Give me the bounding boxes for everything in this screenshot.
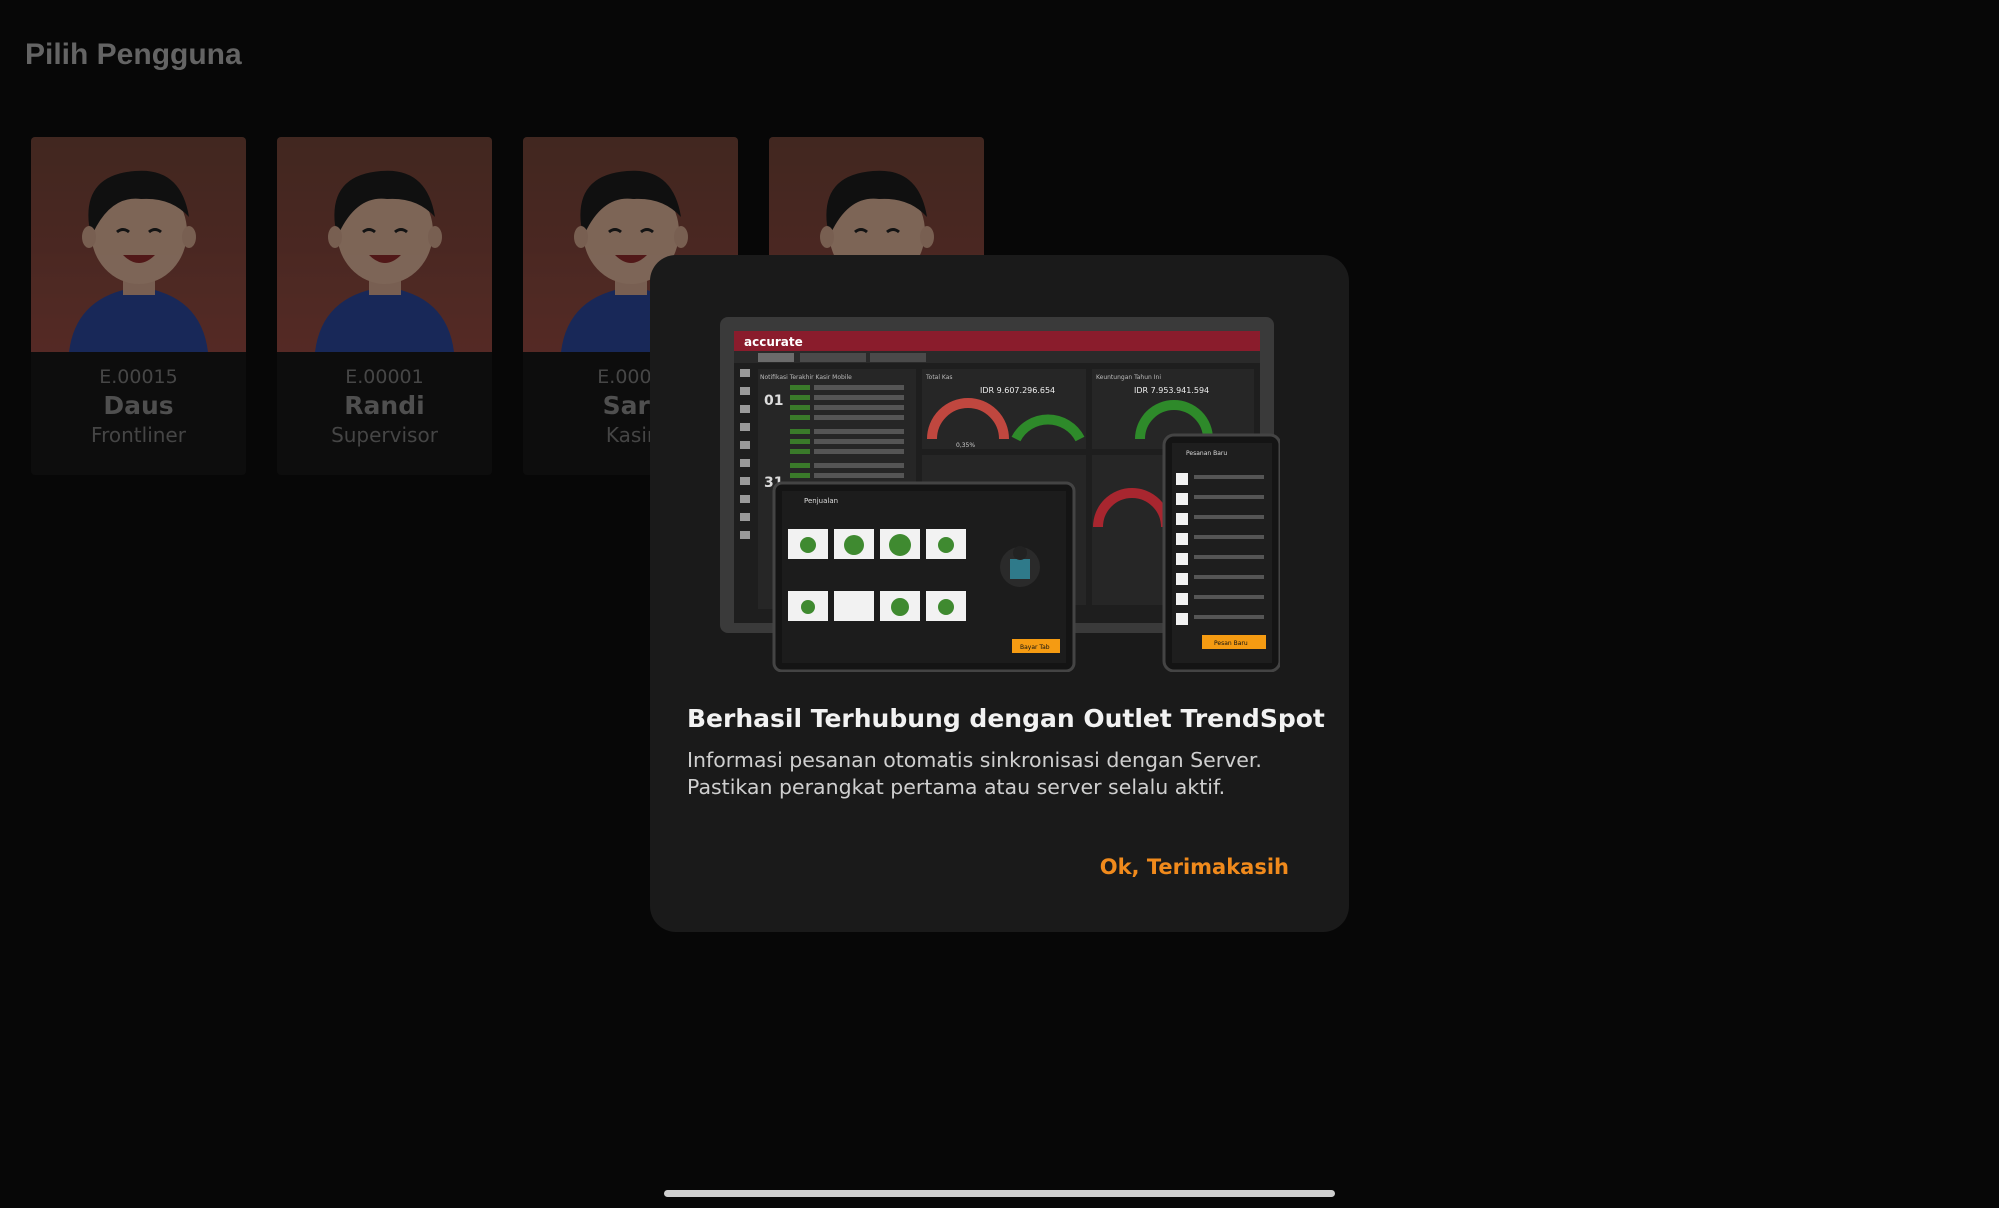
svg-text:IDR 9.607.296.654: IDR 9.607.296.654 [980,386,1055,395]
dialog-title: Berhasil Terhubung dengan Outlet TrendSp… [687,704,1325,733]
svg-text:Pesan Baru: Pesan Baru [1214,640,1248,647]
dialog-message-line: Pastikan perangkat pertama atau server s… [687,775,1226,799]
svg-text:Keuntungan Tahun Ini: Keuntungan Tahun Ini [1096,374,1161,381]
app-preview-illustration: accurate Notifikasi Terakhir Kasir Mobil… [720,317,1280,672]
svg-text:Total Kas: Total Kas [925,374,953,381]
ok-button[interactable]: Ok, Terimakasih [1096,849,1293,885]
svg-text:Penjualan: Penjualan [804,497,838,505]
dialog-message-line: Informasi pesanan otomatis sinkronisasi … [687,748,1262,772]
home-indicator[interactable] [664,1190,1335,1197]
svg-text:01: 01 [764,393,783,409]
connection-dialog: accurate Notifikasi Terakhir Kasir Mobil… [650,255,1349,932]
dialog-message: Informasi pesanan otomatis sinkronisasi … [687,747,1307,801]
svg-text:Bayar Tab: Bayar Tab [1020,644,1050,651]
svg-text:Notifikasi Terakhir Kasir Mobi: Notifikasi Terakhir Kasir Mobile [760,374,852,381]
svg-text:0,35%: 0,35% [956,442,975,449]
svg-text:Pesanan Baru: Pesanan Baru [1186,450,1227,457]
brand-logo-text: accurate [744,335,803,349]
svg-text:IDR 7.953.941.594: IDR 7.953.941.594 [1134,386,1209,395]
